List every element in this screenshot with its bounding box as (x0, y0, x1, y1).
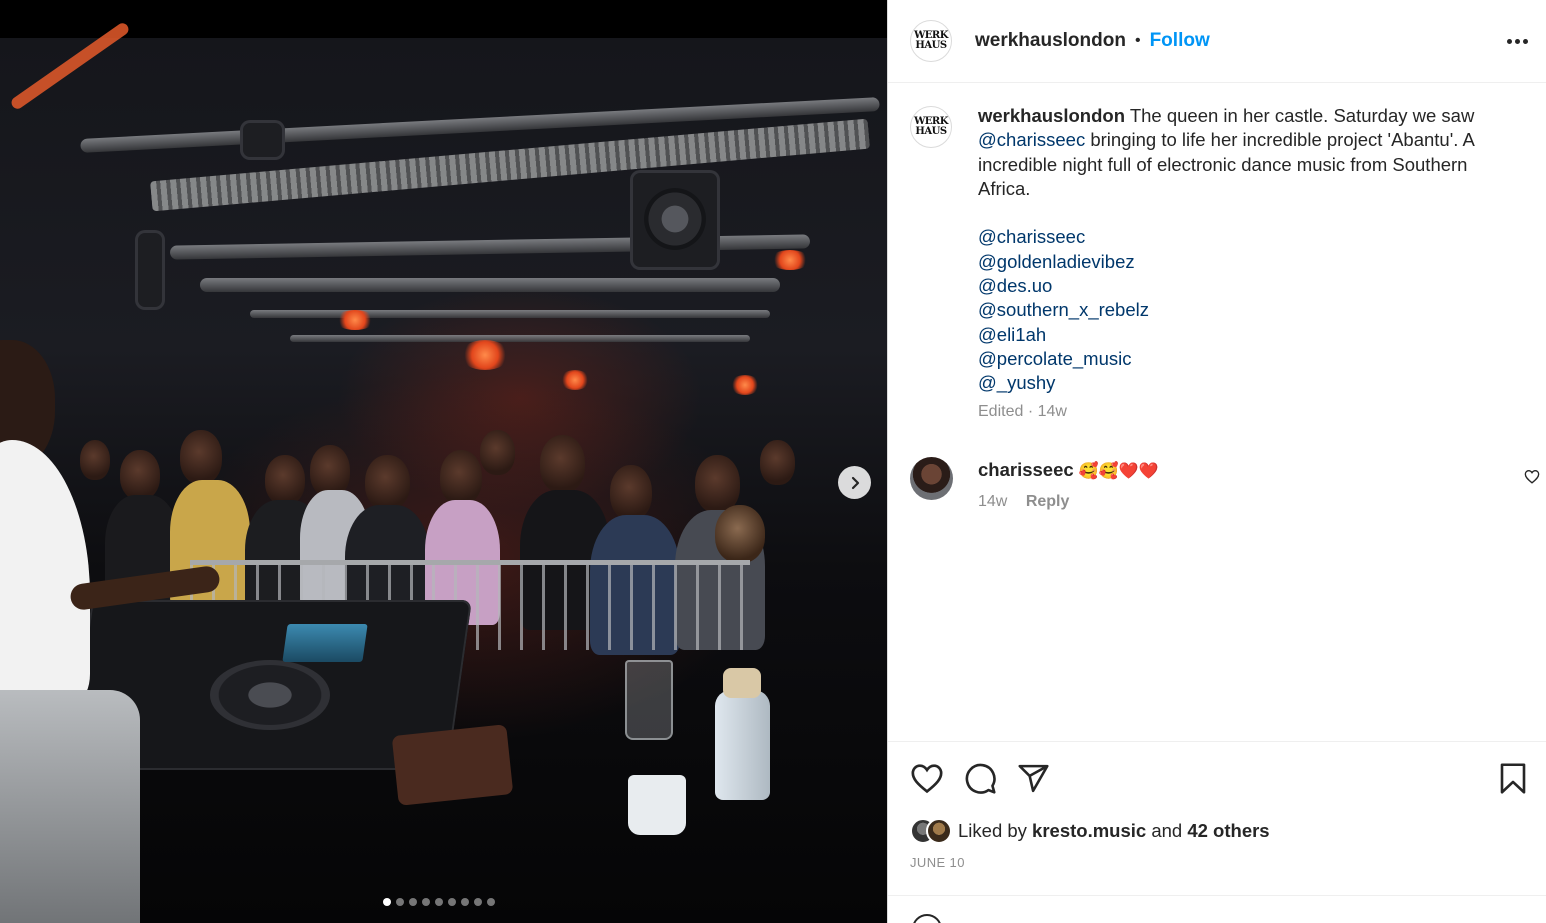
stage-light-glow (770, 250, 810, 270)
stage-light-glow (335, 310, 375, 330)
caption-author-avatar[interactable]: WERK HAUS (910, 106, 952, 148)
mention-link[interactable]: @percolate_music (978, 348, 1131, 369)
save-button[interactable] (1498, 762, 1528, 798)
author-username[interactable]: werkhauslondon (975, 30, 1126, 52)
carousel-dot (448, 898, 456, 906)
carousel-dot (396, 898, 404, 906)
caption-mention-link[interactable]: @charisseec (978, 129, 1085, 150)
chevron-right-icon (851, 476, 859, 489)
dj-screen (282, 624, 368, 662)
stage-light-glow (460, 340, 510, 370)
comment-age: 14w (978, 493, 1008, 510)
media-top-bar (0, 0, 887, 38)
carousel-dot (409, 898, 417, 906)
comment-button[interactable] (964, 762, 997, 798)
heart-icon (1524, 470, 1540, 484)
liked-by-user[interactable]: kresto.music (1032, 820, 1146, 841)
comment-text: 🥰🥰❤️❤️ (1078, 461, 1159, 480)
logo-text-bottom: HAUS (915, 40, 947, 51)
post-detail-panel: WERK HAUS werkhauslondon • Follow WERK H… (887, 0, 1546, 923)
carousel-dot (461, 898, 469, 906)
spot-light (135, 230, 165, 310)
bookmark-icon (1500, 763, 1526, 794)
carousel-dot (435, 898, 443, 906)
commenter-username[interactable]: charisseec (978, 459, 1074, 480)
carousel-dot (422, 898, 430, 906)
paper-plane-icon (1018, 764, 1049, 793)
mention-link[interactable]: @_yushy (978, 372, 1055, 393)
comment-item: charisseec 🥰🥰❤️❤️ 14w Reply (910, 457, 1540, 511)
dj-jog-wheel (210, 660, 330, 730)
flask (715, 668, 770, 800)
ceiling-pipe (250, 310, 770, 318)
caption-text: werkhauslondon The queen in her castle. … (978, 104, 1530, 396)
post-date[interactable]: JUNE 10 (910, 855, 965, 870)
liked-by-others[interactable]: 42 others (1187, 820, 1269, 841)
heart-icon (911, 764, 943, 794)
carousel-dot (383, 898, 391, 906)
action-bar (910, 762, 1528, 796)
moving-head-light (630, 170, 720, 270)
liked-by-prefix: Liked by (958, 820, 1027, 841)
post-caption: WERK HAUS werkhauslondon The queen in he… (910, 104, 1530, 421)
carousel-indicator (383, 898, 495, 906)
carousel-dot (474, 898, 482, 906)
plastic-cup (625, 660, 673, 740)
dj-skirt (0, 690, 140, 923)
header-separator: • (1134, 32, 1141, 49)
comment-bubble-icon (965, 763, 996, 794)
caption-meta: Edited · 14w (978, 402, 1067, 420)
mention-link[interactable]: @eli1ah (978, 324, 1046, 345)
share-button[interactable] (1017, 762, 1050, 798)
mention-link[interactable]: @charisseec (978, 226, 1085, 247)
comment-like-button[interactable] (1524, 469, 1540, 487)
like-button[interactable] (910, 762, 944, 797)
post-header: WERK HAUS werkhauslondon • Follow (888, 0, 1546, 83)
post-media (0, 0, 887, 923)
stage-light-glow (560, 370, 590, 390)
likes-summary: Liked by kresto.music and 42 others (910, 818, 1270, 844)
mention-link[interactable]: @des.uo (978, 275, 1052, 296)
liker-avatar[interactable] (926, 818, 952, 844)
caption-username[interactable]: werkhauslondon (978, 105, 1125, 126)
mention-list: @charisseec @goldenladievibez @des.uo @sout… (978, 225, 1530, 395)
spot-light (240, 120, 285, 160)
follow-button[interactable]: Follow (1150, 30, 1210, 52)
commenter-avatar[interactable] (910, 457, 953, 500)
emoji-picker-button[interactable] (912, 914, 942, 923)
mug (628, 775, 686, 835)
carousel-dot (487, 898, 495, 906)
mention-link[interactable]: @southern_x_rebelz (978, 299, 1149, 320)
reply-button[interactable]: Reply (1026, 493, 1070, 511)
ceiling-pipe (200, 278, 780, 292)
more-options-button[interactable] (1502, 30, 1532, 52)
bag (391, 724, 514, 806)
carousel-next-button[interactable] (838, 466, 871, 499)
ceiling-pipe (290, 335, 750, 342)
liked-by-and: and (1151, 820, 1183, 841)
author-avatar[interactable]: WERK HAUS (910, 20, 952, 62)
add-comment-bar (888, 895, 1546, 923)
post-actions-section: Liked by kresto.music and 42 others JUNE… (888, 741, 1546, 896)
mention-link[interactable]: @goldenladievibez (978, 251, 1135, 272)
more-horizontal-icon (1506, 38, 1512, 44)
